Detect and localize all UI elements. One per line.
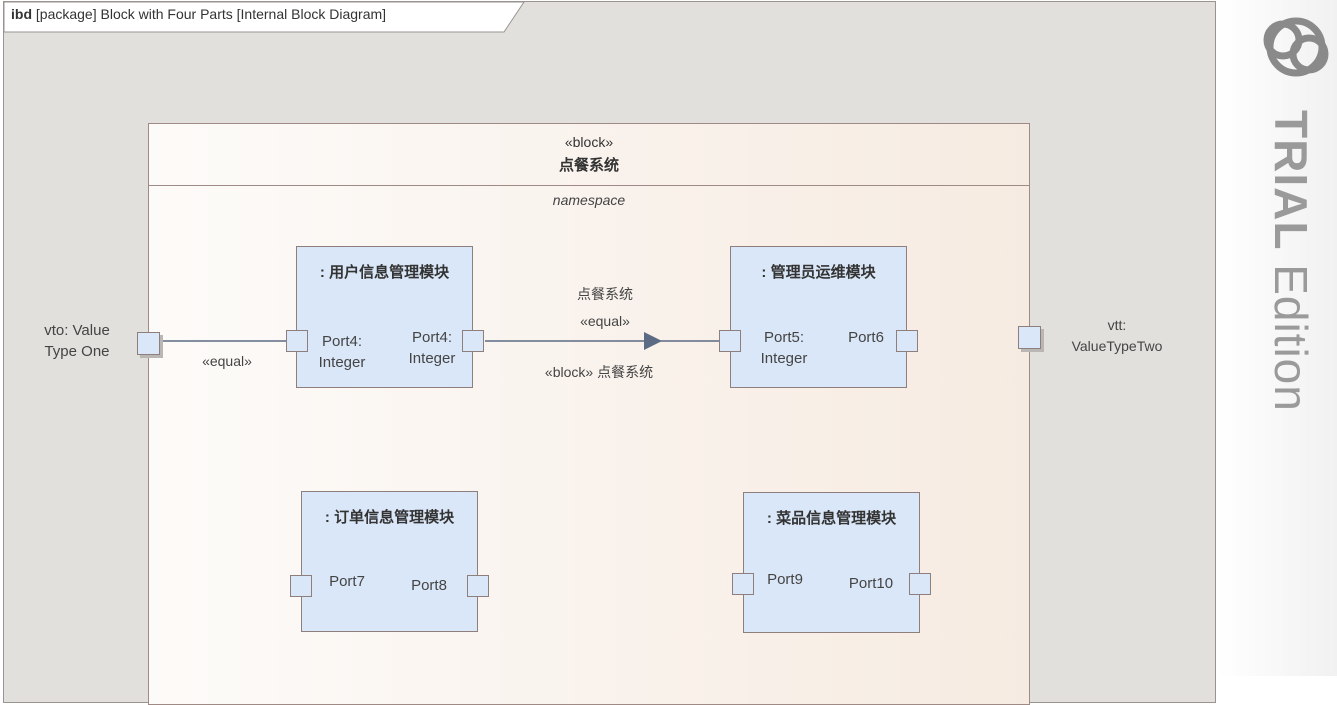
trial-edition-text: TRIAL Edition	[1265, 110, 1317, 412]
trial-logo-icon	[1263, 17, 1329, 77]
